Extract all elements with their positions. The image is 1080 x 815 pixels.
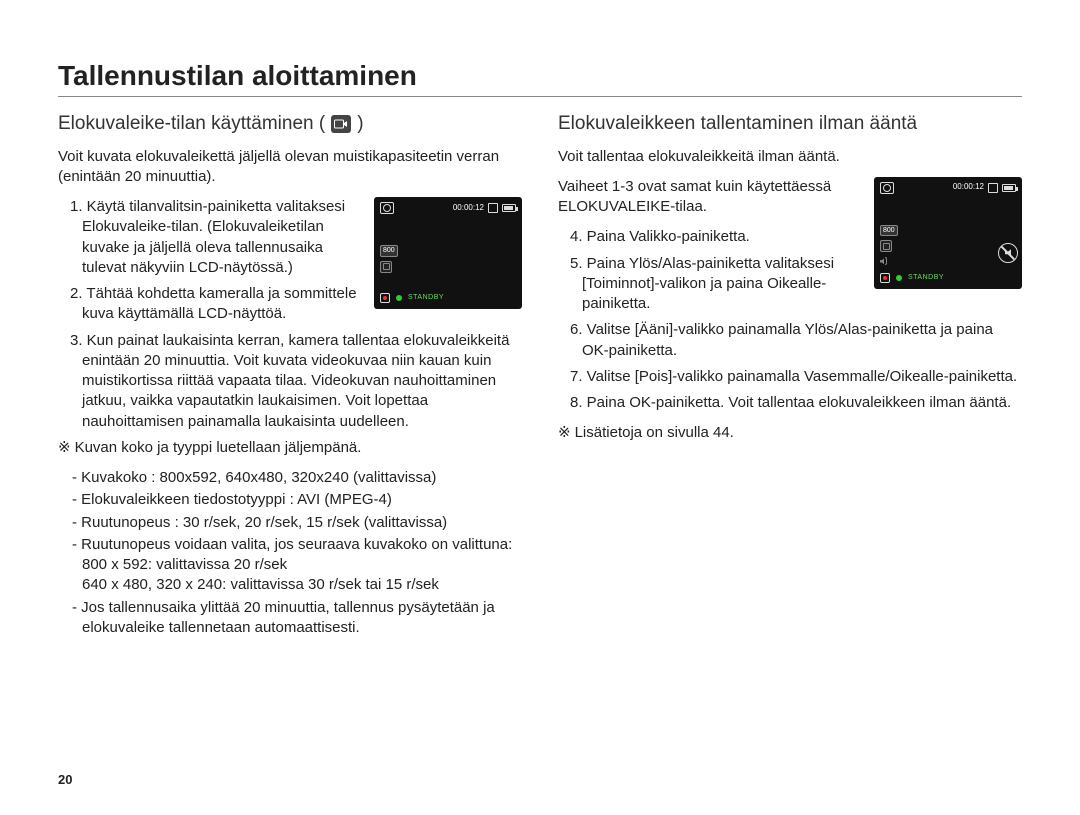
left-column: Elokuvaleike-tilan käyttäminen ( ) Voit … [58, 111, 522, 640]
left-bullet-3: - Ruutunopeus : 30 r/sek, 20 r/sek, 15 r… [72, 513, 522, 533]
page-number: 20 [58, 772, 72, 787]
lcd-screenshot-movie-mode: 00:00:12 800 STANDBY [374, 197, 522, 309]
left-step-2: 2. Tähtää kohdetta kameralla ja sommitte… [70, 284, 364, 325]
title-rule [58, 96, 1022, 97]
right-step-6: 6. Valitse [Ääni]-valikko painamalla Ylö… [570, 320, 1022, 361]
right-steps-with-figure: Vaiheet 1-3 ovat samat kuin käytettäessä… [558, 177, 1022, 321]
standby-dot-icon [396, 295, 402, 301]
lcd-time: 00:00:12 [953, 182, 984, 193]
reference-mark-icon: ※ [558, 424, 571, 441]
right-footnote-text: Lisätietoja on sivulla 44. [575, 424, 734, 441]
movie-mode-icon [331, 115, 351, 133]
frame-rate-icon [380, 261, 392, 273]
speaker-mute-icon [998, 243, 1018, 263]
right-column: Elokuvaleikkeen tallentaminen ilman äänt… [558, 111, 1022, 640]
left-bullet-list: - Kuvakoko : 800x592, 640x480, 320x240 (… [58, 468, 522, 638]
page-title: Tallennustilan aloittaminen [58, 60, 1022, 92]
left-subtitle: Elokuvaleike-tilan käyttäminen ( ) [58, 111, 522, 137]
right-subtitle: Elokuvaleikkeen tallentaminen ilman äänt… [558, 111, 1022, 137]
memory-card-icon [988, 183, 998, 193]
right-step-list: 4. Paina Valikko-painiketta. 5. Paina Yl… [558, 227, 864, 314]
right-footnote: ※Lisätietoja on sivulla 44. [558, 423, 1022, 443]
left-bullet-2: - Elokuvaleikkeen tiedostotyyppi : AVI (… [72, 490, 522, 510]
left-bullet-4: - Ruutunopeus voidaan valita, jos seuraa… [72, 535, 522, 596]
lcd-standby-label: STANDBY [908, 273, 944, 282]
right-pre-steps: Vaiheet 1-3 ovat samat kuin käytettäessä… [558, 177, 864, 218]
reference-mark-icon: ※ [58, 439, 71, 456]
frame-rate-icon [880, 240, 892, 252]
battery-icon [1002, 184, 1016, 192]
standby-dot-icon [896, 275, 902, 281]
memory-card-icon [488, 203, 498, 213]
record-indicator-icon [380, 293, 390, 303]
speaker-off-small-icon [880, 256, 892, 266]
left-step-3: 3. Kun painat laukaisinta kerran, kamera… [70, 331, 522, 432]
lcd-size-badge: 800 [880, 225, 898, 236]
left-note-heading: ※Kuvan koko ja tyyppi luetellaan jäljemp… [58, 438, 522, 458]
right-intro: Voit tallentaa elokuvaleikkeitä ilman ää… [558, 147, 1022, 167]
lcd-size-badge: 800 [380, 245, 398, 256]
lcd-screenshot-mute-mode: 00:00:12 800 STANDBY [874, 177, 1022, 289]
lcd-standby-label: STANDBY [408, 293, 444, 302]
right-step-7: 7. Valitse [Pois]-valikko painamalla Vas… [570, 367, 1022, 387]
right-step-8: 8. Paina OK-painiketta. Voit tallentaa e… [570, 393, 1022, 413]
left-subtitle-text: Elokuvaleike-tilan käyttäminen ( [58, 111, 325, 137]
right-step-5: 5. Paina Ylös/Alas-painiketta valitakses… [570, 254, 864, 315]
left-step-list: 1. Käytä tilanvalitsin-painiketta valita… [58, 197, 364, 325]
left-steps-with-figure: 1. Käytä tilanvalitsin-painiketta valita… [58, 197, 522, 331]
right-step-4: 4. Paina Valikko-painiketta. [570, 227, 864, 247]
manual-page: Tallennustilan aloittaminen Elokuvaleike… [0, 0, 1080, 815]
left-intro: Voit kuvata elokuvaleikettä jäljellä ole… [58, 147, 522, 188]
lcd-time: 00:00:12 [453, 203, 484, 214]
left-bullet-1: - Kuvakoko : 800x592, 640x480, 320x240 (… [72, 468, 522, 488]
left-step-list-cont: 3. Kun painat laukaisinta kerran, kamera… [58, 331, 522, 432]
movie-mode-indicator-icon [880, 182, 894, 194]
right-step-list-cont: 6. Valitse [Ääni]-valikko painamalla Ylö… [558, 320, 1022, 413]
left-step-1: 1. Käytä tilanvalitsin-painiketta valita… [70, 197, 364, 278]
movie-mode-indicator-icon [380, 202, 394, 214]
left-subtitle-after: ) [357, 111, 363, 137]
record-indicator-icon [880, 273, 890, 283]
battery-icon [502, 204, 516, 212]
two-column-layout: Elokuvaleike-tilan käyttäminen ( ) Voit … [58, 111, 1022, 640]
left-note-heading-text: Kuvan koko ja tyyppi luetellaan jäljempä… [75, 439, 362, 456]
left-bullet-5: - Jos tallennusaika ylittää 20 minuuttia… [72, 598, 522, 639]
